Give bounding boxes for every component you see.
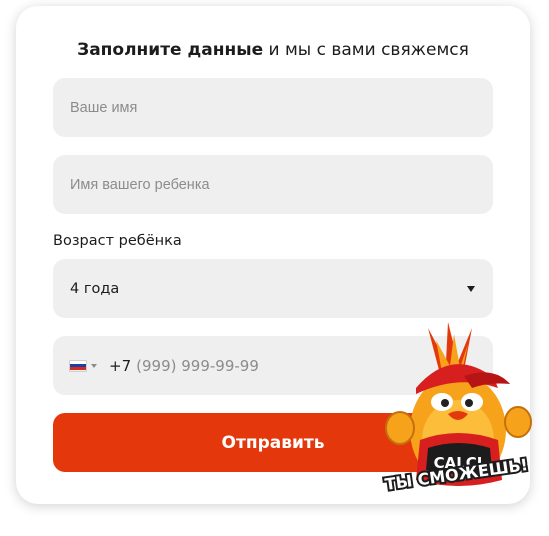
- form-title-rest: и мы с вами свяжемся: [263, 40, 469, 60]
- mascot-chicken-image: CALCI ТЫ СМОЖЕШЬ!: [382, 322, 532, 496]
- child-age-value: 4 года: [70, 280, 120, 297]
- child-name-input[interactable]: [53, 155, 493, 214]
- russia-flag-icon[interactable]: [69, 359, 87, 372]
- phone-country-code: +7: [109, 356, 132, 375]
- form-title-bold: Заполните данные: [77, 40, 264, 60]
- parent-name-input[interactable]: [53, 78, 493, 137]
- phone-mask: (999) 999-99-99: [136, 356, 259, 375]
- child-age-select[interactable]: 4 года: [53, 259, 493, 318]
- form-title: Заполните данные и мы с вами свяжемся: [16, 40, 530, 60]
- country-dropdown-icon[interactable]: [91, 363, 97, 368]
- child-age-label: Возраст ребёнка: [53, 233, 182, 249]
- chevron-down-icon: [467, 285, 475, 292]
